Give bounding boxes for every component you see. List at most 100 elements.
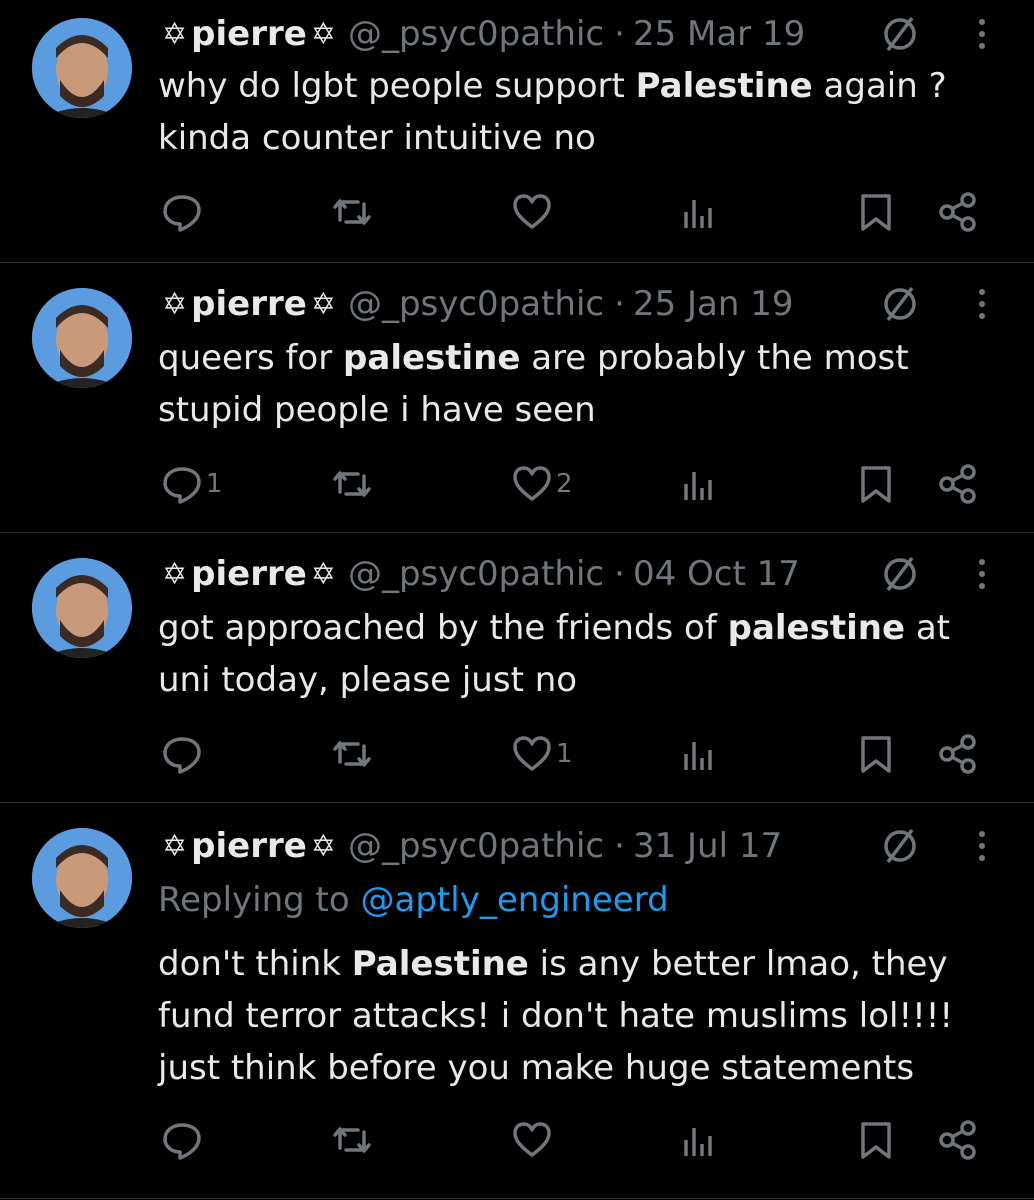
reply-icon	[163, 1123, 201, 1160]
replying-to: Replying to @aptly_engineerd	[158, 880, 669, 920]
separator: ·	[614, 284, 625, 324]
star-of-david-icon: ✡	[162, 828, 188, 864]
share-icon	[939, 734, 976, 774]
bookmark-button[interactable]	[854, 188, 898, 236]
views-icon	[684, 1128, 712, 1156]
timestamp[interactable]: 04 Oct 17	[633, 554, 800, 594]
reply-count: 1	[206, 469, 223, 499]
repost-button[interactable]	[330, 188, 376, 236]
grok-icon[interactable]	[878, 552, 922, 596]
tweet-header: ✡ pierre ✡ @_psyc0pathic · 31 Jul 17	[158, 824, 782, 868]
more-icon[interactable]	[962, 552, 998, 596]
like-icon	[513, 466, 551, 501]
share-icon	[939, 1120, 976, 1160]
like-count: 1	[556, 739, 573, 769]
tweet-actions	[0, 188, 1034, 236]
display-name[interactable]: pierre	[191, 14, 307, 54]
share-button[interactable]	[936, 730, 980, 778]
display-name[interactable]: pierre	[191, 284, 307, 324]
tweet-text: don't think Palestine is any better lmao…	[158, 944, 954, 1088]
reply-button[interactable]	[160, 730, 206, 778]
repost-button[interactable]	[330, 730, 376, 778]
timestamp[interactable]: 25 Mar 19	[633, 14, 805, 54]
more-icon[interactable]	[962, 12, 998, 56]
views-button[interactable]	[676, 730, 720, 778]
timestamp[interactable]: 31 Jul 17	[633, 826, 782, 866]
views-button[interactable]	[676, 188, 720, 236]
tweet[interactable]: ✡ pierre ✡ @_psyc0pathic · 04 Oct 17 got…	[0, 532, 1034, 803]
reply-mention-link[interactable]: @aptly_engineerd	[361, 880, 669, 920]
reply-button[interactable]: 1	[160, 460, 223, 508]
tweet-text: got approached by the friends of palesti…	[158, 608, 950, 700]
user-handle[interactable]: @_psyc0pathic	[348, 14, 604, 54]
repost-icon	[333, 471, 371, 497]
timestamp[interactable]: 25 Jan 19	[633, 284, 794, 324]
user-handle[interactable]: @_psyc0pathic	[348, 826, 604, 866]
share-icon	[939, 464, 976, 504]
like-icon	[513, 194, 551, 229]
grok-icon[interactable]	[878, 824, 922, 868]
tweet[interactable]: ✡ pierre ✡ @_psyc0pathic · 31 Jul 17 Rep…	[0, 802, 1034, 1199]
repost-button[interactable]	[330, 460, 376, 508]
separator: ·	[614, 554, 625, 594]
display-name[interactable]: pierre	[191, 826, 307, 866]
star-of-david-icon: ✡	[310, 556, 336, 592]
reply-icon	[163, 195, 201, 232]
avatar[interactable]	[32, 18, 132, 118]
star-of-david-icon: ✡	[310, 16, 336, 52]
share-button[interactable]	[936, 460, 980, 508]
like-icon	[513, 1122, 551, 1157]
separator: ·	[614, 826, 625, 866]
star-of-david-icon: ✡	[310, 828, 336, 864]
like-button[interactable]	[510, 1116, 556, 1164]
bookmark-button[interactable]	[854, 460, 898, 508]
tweet-text: why do lgbt people support Palestine aga…	[158, 66, 947, 158]
tweet-actions: 1 2	[0, 460, 1034, 508]
separator: ·	[614, 14, 625, 54]
tweet-header: ✡ pierre ✡ @_psyc0pathic · 04 Oct 17	[158, 552, 800, 596]
repost-button[interactable]	[330, 1116, 376, 1164]
star-of-david-icon: ✡	[162, 286, 188, 322]
tweet-header: ✡ pierre ✡ @_psyc0pathic · 25 Jan 19	[158, 282, 794, 326]
more-icon[interactable]	[962, 824, 998, 868]
avatar[interactable]	[32, 558, 132, 658]
user-handle[interactable]: @_psyc0pathic	[348, 554, 604, 594]
like-icon	[513, 736, 551, 771]
reply-button[interactable]	[160, 1116, 206, 1164]
star-of-david-icon: ✡	[162, 16, 188, 52]
repost-icon	[333, 1127, 371, 1153]
tweet-header: ✡ pierre ✡ @_psyc0pathic · 25 Mar 19	[158, 12, 805, 56]
bookmark-icon	[861, 1122, 891, 1159]
views-button[interactable]	[676, 1116, 720, 1164]
views-button[interactable]	[676, 460, 720, 508]
bookmark-icon	[861, 466, 891, 503]
tweet-text: queers for palestine are probably the mo…	[158, 338, 909, 430]
bookmark-button[interactable]	[854, 730, 898, 778]
reply-icon	[163, 467, 201, 504]
tweet[interactable]: ✡ pierre ✡ @_psyc0pathic · 25 Mar 19 why…	[0, 0, 1034, 263]
tweet-actions	[0, 1116, 1034, 1164]
reply-button[interactable]	[160, 188, 206, 236]
grok-icon[interactable]	[878, 12, 922, 56]
tweet-actions: 1	[0, 730, 1034, 778]
share-button[interactable]	[936, 1116, 980, 1164]
like-button[interactable]: 1	[510, 730, 573, 778]
avatar[interactable]	[32, 828, 132, 928]
views-icon	[684, 472, 712, 500]
avatar[interactable]	[32, 288, 132, 388]
like-button[interactable]	[510, 188, 556, 236]
like-button[interactable]: 2	[510, 460, 573, 508]
repost-icon	[333, 741, 371, 767]
views-icon	[684, 742, 712, 770]
user-handle[interactable]: @_psyc0pathic	[348, 284, 604, 324]
grok-icon[interactable]	[878, 282, 922, 326]
share-button[interactable]	[936, 188, 980, 236]
more-icon[interactable]	[962, 282, 998, 326]
bookmark-button[interactable]	[854, 1116, 898, 1164]
star-of-david-icon: ✡	[310, 286, 336, 322]
display-name[interactable]: pierre	[191, 554, 307, 594]
share-icon	[939, 192, 976, 232]
like-count: 2	[556, 469, 573, 499]
tweet[interactable]: ✡ pierre ✡ @_psyc0pathic · 25 Jan 19 que…	[0, 262, 1034, 533]
bookmark-icon	[861, 736, 891, 773]
